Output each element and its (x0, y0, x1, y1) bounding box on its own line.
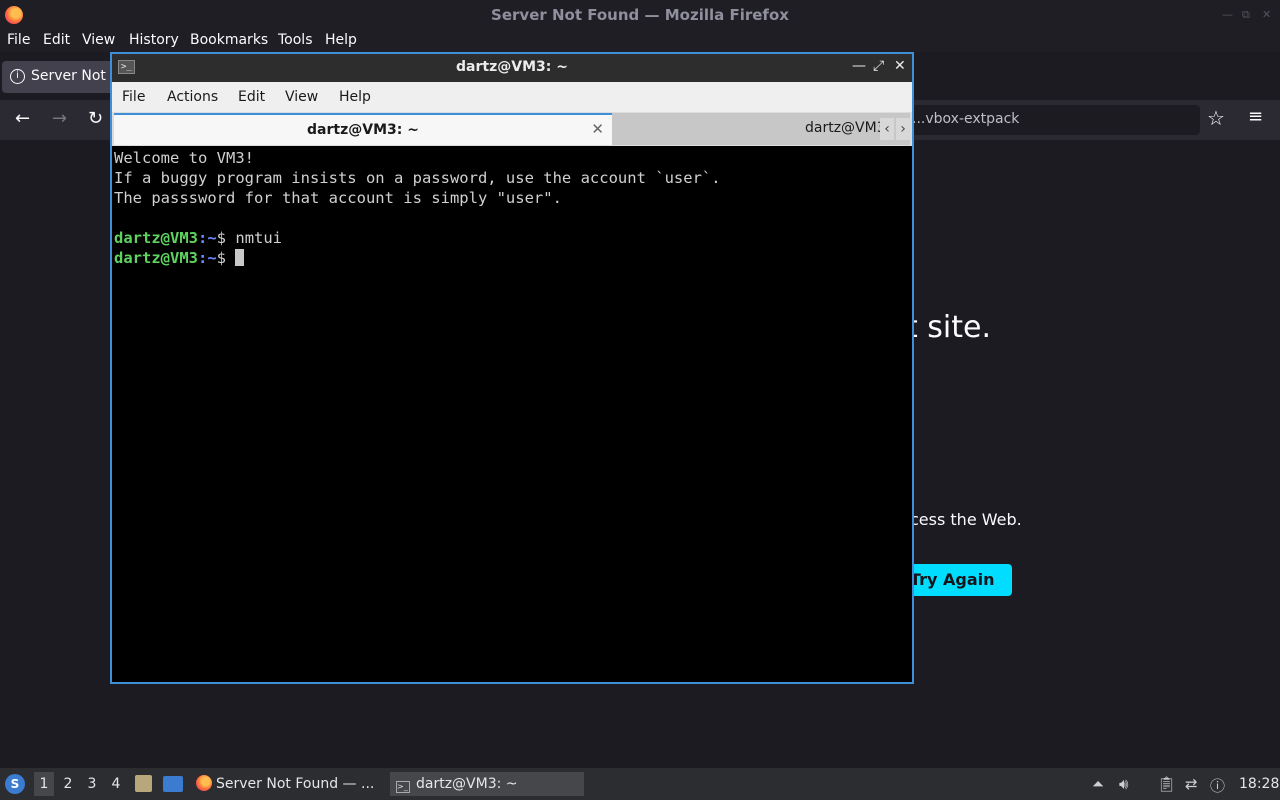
forward-icon[interactable]: → (52, 108, 67, 129)
output-line: Welcome to VM3! (114, 149, 254, 167)
file-manager-icon[interactable] (135, 775, 152, 792)
minimize-icon[interactable]: — (1222, 8, 1233, 21)
terminal-window-title: dartz@VM3: ~ (456, 59, 568, 75)
network-icon[interactable]: ⇄ (1185, 775, 1198, 793)
close-icon[interactable]: ✕ (894, 58, 906, 74)
bookmark-star-icon[interactable]: ☆ (1207, 106, 1225, 130)
taskbar: S 1 2 3 4 Server Not Found — ... >_ dartz… (0, 768, 1280, 800)
hamburger-menu-icon[interactable]: ≡ (1248, 106, 1263, 127)
terminal-tabbar: dartz@VM3: ~ ✕ dartz@VM3: ~ ‹ › (112, 112, 912, 146)
firefox-window-title: Server Not Found — Mozilla Firefox (491, 6, 789, 24)
maximize-icon[interactable]: ⧉ (1242, 8, 1250, 22)
error-heading: t site. (906, 310, 992, 345)
terminal-menu-file[interactable]: File (122, 89, 145, 105)
command-text: nmtui (235, 229, 283, 247)
tray-up-icon[interactable]: ⏶ (1092, 775, 1104, 793)
output-line: The passsword for that account is simply… (114, 189, 562, 207)
terminal-titlebar[interactable]: >_ dartz@VM3: ~ — ⤢ ✕ (112, 54, 912, 82)
terminal-tab-inactive[interactable]: dartz@VM3: ~ ‹ › (612, 113, 910, 145)
terminal-menu-actions[interactable]: Actions (167, 89, 218, 105)
firefox-titlebar: Server Not Found — Mozilla Firefox — ⧉ ✕ (0, 0, 1280, 30)
info-icon: i (10, 69, 25, 84)
terminal-tab-active[interactable]: dartz@VM3: ~ ✕ (114, 113, 612, 145)
terminal-window[interactable]: >_ dartz@VM3: ~ — ⤢ ✕ File Actions Edit … (110, 52, 914, 684)
firefox-tab-label: Server Not F (31, 68, 119, 84)
menu-help[interactable]: Help (325, 32, 357, 48)
close-icon[interactable]: ✕ (1262, 8, 1271, 21)
prompt-symbol: $ (216, 229, 227, 247)
try-again-button[interactable]: Try Again (898, 564, 1012, 596)
start-menu-icon[interactable]: S (5, 774, 25, 794)
menu-view[interactable]: View (82, 32, 115, 48)
menu-history[interactable]: History (129, 32, 179, 48)
show-desktop-icon[interactable] (163, 776, 183, 792)
reload-icon[interactable]: ↻ (88, 108, 103, 129)
text-cursor (235, 249, 245, 266)
terminal-icon: >_ (396, 781, 410, 793)
error-body-text: cess the Web. (910, 510, 1022, 529)
task-label: dartz@VM3: ~ (416, 776, 518, 792)
tab-scroll-left-icon[interactable]: ‹ (880, 118, 894, 140)
workspace-1[interactable]: 1 (34, 772, 54, 796)
workspace-2[interactable]: 2 (58, 776, 78, 792)
workspace-3[interactable]: 3 (82, 776, 102, 792)
menu-edit[interactable]: Edit (43, 32, 70, 48)
clipboard-icon[interactable]: 📋︎ (1157, 775, 1176, 793)
menu-tools[interactable]: Tools (278, 32, 313, 48)
menu-file[interactable]: File (7, 32, 30, 48)
terminal-output[interactable]: Welcome to VM3! If a buggy program insis… (112, 146, 912, 682)
terminal-menu-edit[interactable]: Edit (238, 89, 265, 105)
task-label: Server Not Found — ... (216, 776, 375, 792)
prompt-user: dartz@VM3 (114, 249, 198, 267)
tab-close-icon[interactable]: ✕ (591, 120, 604, 138)
output-line: If a buggy program insists on a password… (114, 169, 721, 187)
terminal-menu-help[interactable]: Help (339, 89, 371, 105)
terminal-tab-label: dartz@VM3: ~ (307, 122, 419, 138)
terminal-menubar: File Actions Edit View Help (112, 82, 912, 112)
taskbar-task-terminal[interactable]: >_ dartz@VM3: ~ (390, 772, 584, 796)
volume-icon[interactable]: 🔊︎ (1119, 775, 1128, 793)
minimize-icon[interactable]: — (852, 58, 866, 74)
firefox-menubar: File Edit View History Bookmarks Tools H… (0, 30, 1280, 52)
clock: 18:28 (1239, 776, 1280, 792)
back-icon[interactable]: ← (15, 108, 30, 129)
prompt-user: dartz@VM3 (114, 229, 198, 247)
url-text: ...vbox-extpack (912, 111, 1020, 127)
prompt-path: :~ (198, 229, 217, 247)
tab-scroll-right-icon[interactable]: › (896, 118, 910, 140)
maximize-icon[interactable]: ⤢ (873, 58, 884, 74)
taskbar-task-firefox[interactable]: Server Not Found — ... (192, 772, 384, 796)
workspace-4[interactable]: 4 (106, 776, 126, 792)
menu-bookmarks[interactable]: Bookmarks (190, 32, 268, 48)
prompt-path: :~ (198, 249, 217, 267)
notification-icon[interactable]: ⓘ (1210, 775, 1225, 796)
terminal-menu-view[interactable]: View (285, 89, 318, 105)
prompt-symbol: $ (216, 249, 227, 267)
firefox-icon (196, 775, 212, 791)
